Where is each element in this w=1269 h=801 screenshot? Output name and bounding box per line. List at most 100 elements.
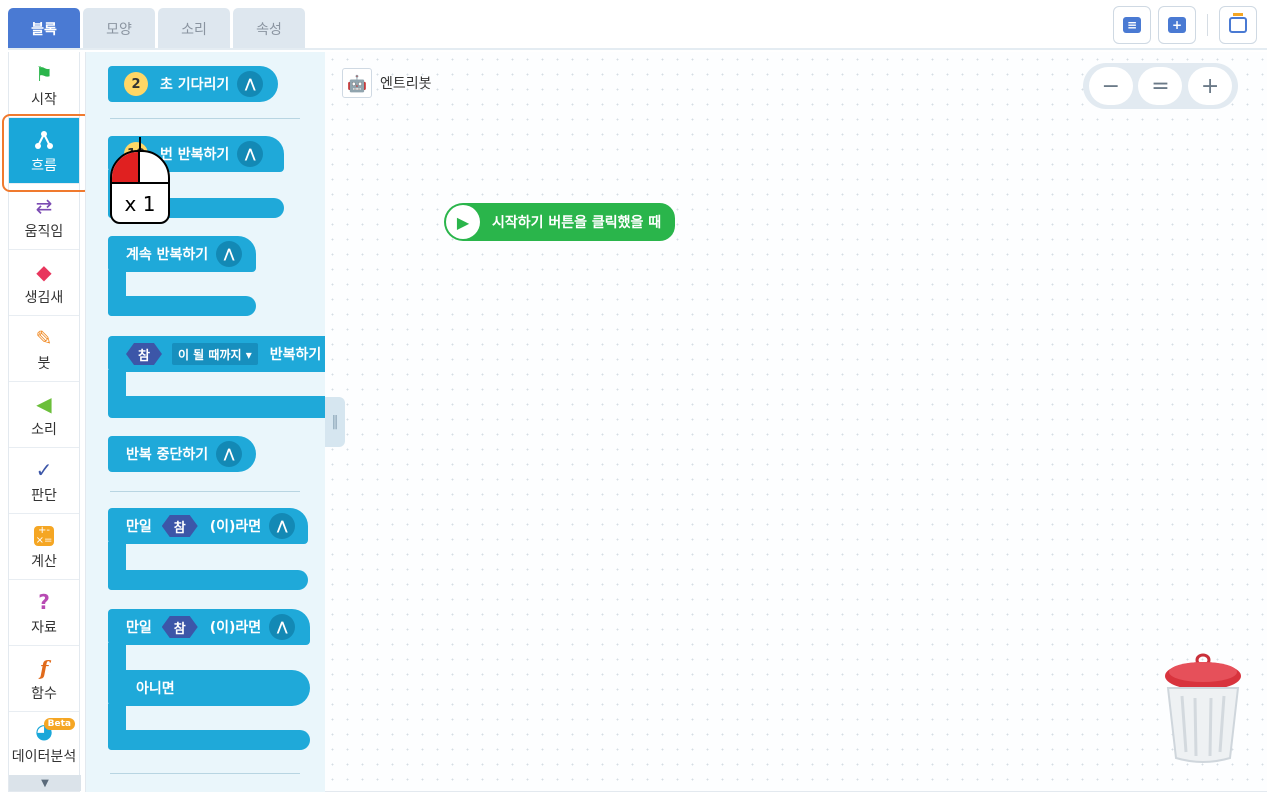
category-label: 판단	[31, 487, 57, 504]
block-if-else[interactable]: 만일 참 (이)라면 ⋀	[108, 609, 310, 645]
category-looks[interactable]: ◆ 생김새	[9, 250, 79, 316]
category-function[interactable]: f 함수	[9, 646, 79, 712]
move-arrows-icon: ⇄	[35, 193, 53, 218]
flag-icon: ⚑	[35, 61, 53, 86]
function-icon: f	[39, 655, 49, 680]
editor-tabs: 블록 모양 소리 속성	[8, 8, 305, 50]
block-label: 만일	[126, 620, 152, 636]
tab-properties[interactable]: 속성	[233, 8, 305, 49]
until-dropdown[interactable]: 이 될 때까지 ▾	[171, 343, 258, 365]
block-label: 초 기다리기	[160, 77, 230, 93]
tab-shapes[interactable]: 모양	[83, 8, 155, 49]
block-label: 반복 중단하기	[126, 447, 209, 463]
category-label: 함수	[31, 685, 57, 702]
chevron-down-icon: ▼	[41, 777, 49, 789]
add-comment-icon: +	[1168, 17, 1186, 33]
category-calc[interactable]: +- ×= 계산	[9, 514, 79, 580]
flow-icon	[33, 127, 55, 153]
script-canvas[interactable]	[325, 52, 1267, 792]
block-wait[interactable]: 2 초 기다리기 ⋀	[108, 66, 278, 102]
block-forever[interactable]: 계속 반복하기 ⋀	[108, 236, 256, 272]
flow-icon: ⋀	[237, 141, 264, 167]
zoom-out-button[interactable]: −	[1088, 67, 1133, 105]
category-label: 자료	[31, 619, 57, 636]
zoom-controls: − = +	[1083, 63, 1238, 109]
entrybot-thumbnail-icon: 🤖	[342, 68, 372, 98]
trash-can-icon[interactable]	[1162, 652, 1244, 764]
add-comment-button[interactable]: +	[1158, 6, 1196, 44]
block-label: 아니면	[136, 681, 175, 697]
palette-divider	[110, 491, 300, 492]
block-label: 반복하기	[269, 347, 322, 363]
play-icon: ▶	[446, 205, 480, 239]
block-arm	[108, 270, 126, 298]
current-object: 🤖 엔트리봇	[342, 68, 432, 98]
block-label: (이)라면	[209, 519, 262, 535]
category-data[interactable]: ? 자료	[9, 580, 79, 646]
category-flow[interactable]: 흐름	[2, 114, 92, 192]
block-label: (이)라면	[209, 620, 262, 636]
category-brush[interactable]: ✎ 붓	[9, 316, 79, 382]
flow-icon: ⋀	[216, 441, 243, 467]
category-sidebar: ⚑ 시작 흐름 ⇄ 움직임 ◆ 생김새 ✎ 붓 ◀ 소리 ✓ 판단 +- ×= …	[2, 52, 92, 792]
block-label: 시작하기 버튼을 클릭했을 때	[492, 215, 662, 231]
block-label: 계속 반복하기	[126, 247, 209, 263]
comment-icon: ≡	[1123, 17, 1141, 33]
boolean-input[interactable]: 참	[126, 343, 162, 365]
flow-icon: ⋀	[216, 241, 243, 267]
category-sound[interactable]: ◀ 소리	[9, 382, 79, 448]
category-start[interactable]: ⚑ 시작	[9, 52, 79, 118]
block-if[interactable]: 만일 참 (이)라면 ⋀	[108, 508, 308, 544]
palette-divider	[110, 773, 300, 774]
block-arm	[108, 643, 126, 673]
block-stop-repeat[interactable]: 반복 중단하기 ⋀	[108, 436, 256, 472]
block-bottom	[108, 396, 325, 418]
block-bottom	[108, 570, 308, 590]
zoom-in-button[interactable]: +	[1188, 67, 1233, 105]
category-move[interactable]: ⇄ 움직임	[9, 184, 79, 250]
speaker-icon: ◀	[36, 391, 52, 416]
category-judge[interactable]: ✓ 판단	[9, 448, 79, 514]
tab-sounds[interactable]: 소리	[158, 8, 230, 49]
comment-button[interactable]: ≡	[1113, 6, 1151, 44]
zoom-reset-button[interactable]: =	[1138, 67, 1183, 105]
category-label: 시작	[31, 91, 57, 108]
flow-icon: ⋀	[269, 614, 296, 640]
question-icon: ?	[38, 589, 50, 614]
mouse-cord	[139, 137, 141, 151]
shapes-icon: ◆	[36, 259, 52, 284]
beta-badge: Beta	[43, 718, 75, 730]
brush-icon: ✎	[35, 325, 53, 350]
block-storage-button[interactable]	[1219, 6, 1257, 44]
number-input[interactable]: 2	[124, 72, 148, 96]
palette-divider	[110, 118, 300, 119]
block-label: 번 반복하기	[160, 147, 230, 163]
block-arm	[108, 542, 126, 572]
block-repeat-until[interactable]: 참 이 될 때까지 ▾ 반복하기	[108, 336, 325, 372]
category-label: 데이터분석	[11, 749, 77, 765]
category-label: 계산	[31, 553, 57, 570]
flow-icon: ⋀	[269, 513, 296, 539]
mouse-right-button	[140, 152, 168, 184]
mouse-left-button	[112, 152, 140, 184]
boolean-input[interactable]: 참	[162, 515, 198, 537]
click-count: x 1	[124, 192, 156, 216]
tab-blocks[interactable]: 블록	[8, 8, 80, 49]
tabs-divider	[8, 48, 1267, 50]
toolbar-separator	[1207, 14, 1208, 36]
flow-icon: ⋀	[237, 71, 264, 97]
boolean-input[interactable]: 참	[162, 616, 198, 638]
category-scroll-down[interactable]: ▼	[9, 775, 81, 791]
palette-resize-handle[interactable]: ‖	[325, 397, 345, 447]
category-data-analysis[interactable]: ◕ Beta 데이터분석	[9, 712, 79, 772]
block-bottom	[108, 296, 256, 316]
check-icon: ✓	[35, 457, 53, 482]
category-label: 생김새	[24, 289, 64, 306]
category-label: 소리	[31, 421, 57, 438]
category-label: 흐름	[31, 157, 57, 174]
mouse-click-indicator: x 1	[110, 150, 170, 224]
calculator-icon: +- ×=	[34, 524, 54, 546]
when-start-clicked-block[interactable]: ▶ 시작하기 버튼을 클릭했을 때	[444, 203, 676, 241]
category-label: 움직임	[24, 223, 64, 240]
block-bottom	[108, 730, 310, 750]
